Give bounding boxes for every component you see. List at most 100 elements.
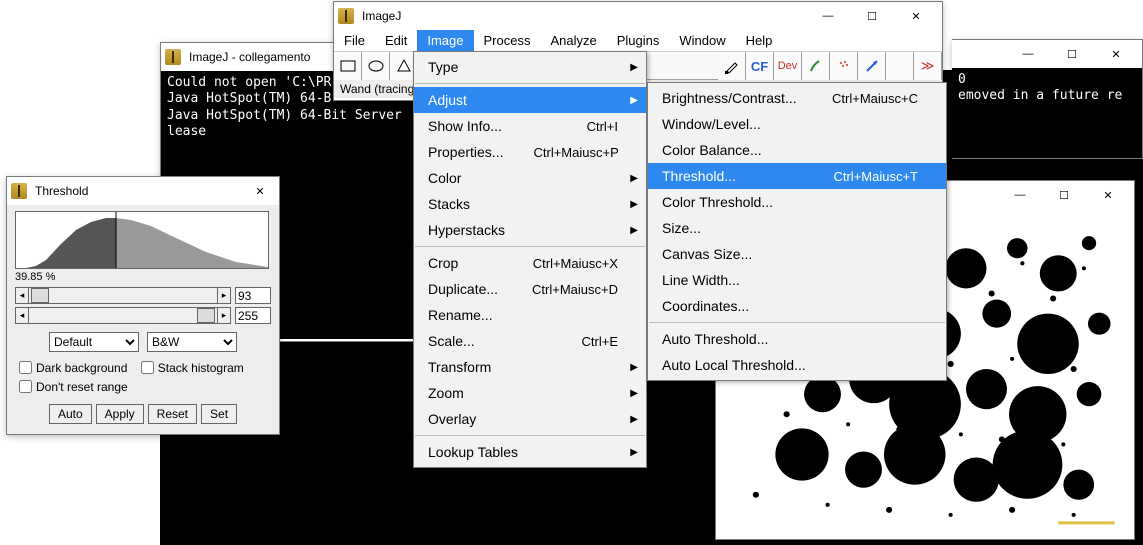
menu-item-color-threshold[interactable]: Color Threshold... xyxy=(648,189,946,215)
threshold-histogram xyxy=(15,211,269,269)
console-right-titlebar[interactable]: — ☐ ✕ xyxy=(952,40,1142,68)
menu-item-stacks[interactable]: Stacks▶ xyxy=(414,191,646,217)
stack-histogram-checkbox[interactable]: Stack histogram xyxy=(137,358,244,377)
slider-thumb[interactable] xyxy=(197,308,215,323)
submenu-adjust: Brightness/Contrast...Ctrl+Maiusc+C Windo… xyxy=(647,82,947,381)
threshold-low-slider[interactable]: ◂ ▸ xyxy=(15,287,271,304)
close-button[interactable]: ✕ xyxy=(894,2,938,30)
menu-item-label: Color Balance... xyxy=(662,142,762,158)
menu-item-shortcut: Ctrl+I xyxy=(557,119,618,134)
menu-item-label: Rename... xyxy=(428,307,493,323)
slider-left-arrow-icon[interactable]: ◂ xyxy=(15,307,29,324)
menu-help[interactable]: Help xyxy=(736,30,783,51)
menu-item-adjust[interactable]: Adjust▶ xyxy=(414,87,646,113)
threshold-title: Threshold xyxy=(31,184,245,198)
menu-item-label: Duplicate... xyxy=(428,281,498,297)
oval-select-tool-icon[interactable] xyxy=(362,52,390,80)
menu-item-label: Crop xyxy=(428,255,458,271)
menu-item-color[interactable]: Color▶ xyxy=(414,165,646,191)
menu-item-label: Type xyxy=(428,59,458,75)
menu-image[interactable]: Image xyxy=(417,30,473,51)
menu-separator xyxy=(415,435,645,436)
imagej-titlebar[interactable]: ImageJ — ☐ ✕ xyxy=(334,2,942,30)
auto-button[interactable]: Auto xyxy=(49,404,92,424)
threshold-high-slider[interactable]: ◂ ▸ xyxy=(15,307,271,324)
menubar: FileEditImageProcessAnalyzePluginsWindow… xyxy=(334,30,942,52)
menu-item-window-level[interactable]: Window/Level... xyxy=(648,111,946,137)
cf-tool-icon[interactable]: CF xyxy=(746,52,774,80)
picker-tool-icon[interactable] xyxy=(718,52,746,80)
close-button[interactable]: ✕ xyxy=(245,177,275,205)
slider-right-arrow-icon[interactable]: ▸ xyxy=(217,287,231,304)
imagej-title: ImageJ xyxy=(358,9,806,23)
menu-process[interactable]: Process xyxy=(474,30,541,51)
slider-thumb[interactable] xyxy=(31,288,49,303)
menu-edit[interactable]: Edit xyxy=(375,30,417,51)
menu-item-shortcut: Ctrl+Maiusc+T xyxy=(803,169,918,184)
menu-item-show-info[interactable]: Show Info... Ctrl+I xyxy=(414,113,646,139)
menu-item-threshold[interactable]: Threshold...Ctrl+Maiusc+T xyxy=(648,163,946,189)
rect-select-tool-icon[interactable] xyxy=(334,52,362,80)
menu-item-line-width[interactable]: Line Width... xyxy=(648,267,946,293)
menu-item-shortcut: Ctrl+E xyxy=(552,334,618,349)
menu-item-canvas-size[interactable]: Canvas Size... xyxy=(648,241,946,267)
menu-item-label: Adjust xyxy=(428,92,467,108)
menu-image: Type▶Adjust▶Show Info...Ctrl+IProperties… xyxy=(413,51,647,468)
arrow-tool-icon[interactable] xyxy=(858,52,886,80)
brush-tool-icon[interactable] xyxy=(802,52,830,80)
spray-tool-icon[interactable] xyxy=(830,52,858,80)
menu-item-auto-local-threshold[interactable]: Auto Local Threshold... xyxy=(648,352,946,378)
submenu-arrow-icon: ▶ xyxy=(630,447,638,458)
minimize-button[interactable]: — xyxy=(806,2,850,30)
minimize-button[interactable]: — xyxy=(998,181,1042,209)
menu-item-label: Brightness/Contrast... xyxy=(662,90,797,106)
menu-item-label: Color Threshold... xyxy=(662,194,773,210)
menu-item-brightness-contrast[interactable]: Brightness/Contrast...Ctrl+Maiusc+C xyxy=(648,85,946,111)
menu-separator xyxy=(415,83,645,84)
menu-separator xyxy=(415,246,645,247)
threshold-high-input[interactable] xyxy=(235,307,271,324)
maximize-button[interactable]: ☐ xyxy=(850,2,894,30)
dont-reset-range-checkbox[interactable]: Don't reset range xyxy=(15,377,128,396)
dev-tool-icon[interactable]: Dev xyxy=(774,52,802,80)
menu-item-type[interactable]: Type▶ xyxy=(414,54,646,80)
maximize-button[interactable]: ☐ xyxy=(1050,40,1094,68)
menu-file[interactable]: File xyxy=(334,30,375,51)
menu-item-size[interactable]: Size... xyxy=(648,215,946,241)
menu-item-rename[interactable]: Rename... xyxy=(414,302,646,328)
slider-left-arrow-icon[interactable]: ◂ xyxy=(15,287,29,304)
menu-item-coordinates[interactable]: Coordinates... xyxy=(648,293,946,319)
threshold-display-select[interactable]: B&W xyxy=(147,332,237,352)
menu-item-label: Show Info... xyxy=(428,118,502,134)
threshold-method-select[interactable]: Default xyxy=(49,332,139,352)
menu-item-duplicate[interactable]: Duplicate...Ctrl+Maiusc+D xyxy=(414,276,646,302)
dark-background-checkbox[interactable]: Dark background xyxy=(15,358,127,377)
menu-item-label: Window/Level... xyxy=(662,116,761,132)
menu-item-crop[interactable]: CropCtrl+Maiusc+X xyxy=(414,250,646,276)
menu-item-label: Properties... xyxy=(428,144,503,160)
menu-item-auto-threshold[interactable]: Auto Threshold... xyxy=(648,326,946,352)
set-button[interactable]: Set xyxy=(201,404,237,424)
close-button[interactable]: ✕ xyxy=(1094,40,1138,68)
blank-tool-icon[interactable] xyxy=(886,52,914,80)
more-tools-icon[interactable]: ≫ xyxy=(914,52,942,80)
reset-button[interactable]: Reset xyxy=(148,404,197,424)
close-button[interactable]: ✕ xyxy=(1086,181,1130,209)
menu-plugins[interactable]: Plugins xyxy=(607,30,670,51)
menu-item-zoom[interactable]: Zoom▶ xyxy=(414,380,646,406)
menu-item-overlay[interactable]: Overlay▶ xyxy=(414,406,646,432)
slider-right-arrow-icon[interactable]: ▸ xyxy=(217,307,231,324)
apply-button[interactable]: Apply xyxy=(96,404,144,424)
threshold-low-input[interactable] xyxy=(235,287,271,304)
menu-analyze[interactable]: Analyze xyxy=(540,30,606,51)
threshold-titlebar[interactable]: Threshold ✕ xyxy=(7,177,279,205)
menu-item-transform[interactable]: Transform▶ xyxy=(414,354,646,380)
minimize-button[interactable]: — xyxy=(1006,40,1050,68)
menu-item-scale[interactable]: Scale...Ctrl+E xyxy=(414,328,646,354)
maximize-button[interactable]: ☐ xyxy=(1042,181,1086,209)
menu-item-lookup-tables[interactable]: Lookup Tables▶ xyxy=(414,439,646,465)
menu-item-properties[interactable]: Properties...Ctrl+Maiusc+P xyxy=(414,139,646,165)
menu-item-color-balance[interactable]: Color Balance... xyxy=(648,137,946,163)
menu-item-hyperstacks[interactable]: Hyperstacks▶ xyxy=(414,217,646,243)
menu-window[interactable]: Window xyxy=(669,30,735,51)
